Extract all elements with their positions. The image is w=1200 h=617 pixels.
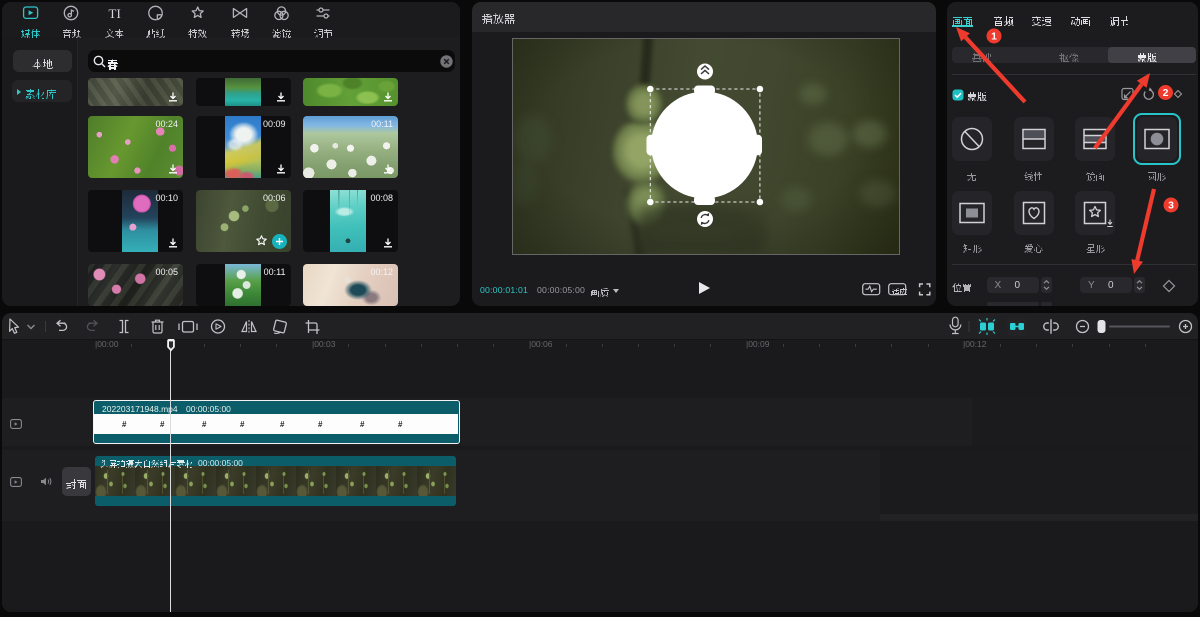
svg-text:3: 3 (1168, 200, 1174, 212)
svg-text:1: 1 (991, 31, 997, 43)
svg-text:2: 2 (1163, 87, 1169, 99)
